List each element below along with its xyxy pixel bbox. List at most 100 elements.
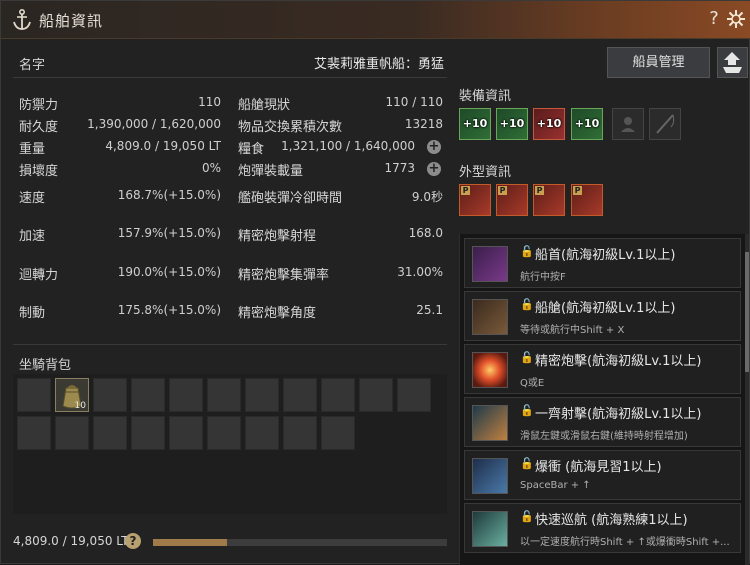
- enhance-label: +10: [574, 117, 600, 130]
- skill-item-cabin[interactable]: 🔓 船艙(航海初級Lv.1以上) 等待或航行中Shift + X: [464, 291, 741, 341]
- perf-value-braking: 175.8%(+15.0%): [117, 303, 221, 317]
- name-label: 名字: [19, 58, 46, 73]
- skill-name: 爆衝 (航海見習1以上): [535, 460, 662, 475]
- equip-slot-fishing-rod[interactable]: [649, 108, 681, 140]
- skill-item-volley[interactable]: 🔓 一齊射擊(航海初級Lv.1以上) 滑鼠左鍵或滑鼠右鍵(維持時射程增加): [464, 397, 741, 447]
- bag-slot[interactable]: [207, 378, 241, 412]
- skill-key: 等待或航行中Shift + X: [520, 325, 625, 336]
- ship-name: 艾裴莉雅重帆船：勇猛: [313, 57, 444, 72]
- perf-value-range: 168.0: [408, 226, 443, 240]
- bag-slot[interactable]: [131, 416, 165, 450]
- skill-key: 航行中按F: [520, 272, 566, 283]
- divider: [13, 344, 447, 345]
- skill-key: 滑鼠左鍵或滑鼠右鍵(維持時射程增加): [520, 431, 688, 442]
- ship-upgrade-icon: [723, 52, 742, 73]
- skill-item-precision-cannon[interactable]: 🔓 精密炮擊(航海初級Lv.1以上) Q或E: [464, 344, 741, 394]
- skill-name: 一齊射擊(航海初級Lv.1以上): [535, 407, 702, 422]
- outer-title: 外型資訊: [459, 165, 512, 180]
- bag-slot[interactable]: [283, 378, 317, 412]
- skill-name: 精密炮擊(航海初級Lv.1以上): [535, 354, 702, 369]
- outer-slot-3[interactable]: P: [533, 184, 565, 216]
- bag-slot[interactable]: [207, 416, 241, 450]
- anchor-icon: [13, 8, 31, 30]
- stat-value-cabin: 110 / 110: [385, 95, 443, 109]
- equip-slot-1[interactable]: +10: [459, 108, 491, 140]
- ship-info-window: 船舶資訊 ? 名字 艾裴莉雅重帆船：勇猛 防禦力 110 耐久度 1,390,0…: [0, 0, 750, 565]
- perf-value-turning: 190.0%(+15.0%): [117, 265, 221, 279]
- stat-value-cannonball: 1773: [384, 161, 415, 175]
- equip-title: 裝備資訊: [459, 89, 512, 104]
- help-button[interactable]: ?: [705, 8, 723, 29]
- weight-help-icon[interactable]: ?: [125, 533, 141, 549]
- equip-slot-3[interactable]: +10: [533, 108, 565, 140]
- add-cannonball-button[interactable]: +: [427, 162, 441, 176]
- bag-title: 坐騎背包: [19, 358, 72, 373]
- stat-label-exchange-count: 物品交換累積次數: [238, 120, 343, 135]
- perf-label-accuracy: 精密炮擊集彈率: [238, 268, 330, 283]
- volley-skill-icon: [472, 405, 508, 441]
- outer-slot-4[interactable]: P: [571, 184, 603, 216]
- stat-value-durability: 1,390,000 / 1,620,000: [87, 117, 221, 131]
- lock-icon: 🔓: [520, 510, 534, 523]
- bag-slot[interactable]: [169, 416, 203, 450]
- skill-item-prow[interactable]: 🔓 船首(航海初級Lv.1以上) 航行中按F: [464, 238, 741, 288]
- bag-slot-food-sack[interactable]: 10: [55, 378, 89, 412]
- cruise-skill-icon: [472, 511, 508, 547]
- weight-bar-fill: [153, 539, 228, 546]
- cabin-skill-icon: [472, 299, 508, 335]
- skill-scrollbar[interactable]: [745, 234, 749, 565]
- stat-label-damage: 損壞度: [19, 164, 59, 179]
- bag-slot[interactable]: [17, 378, 51, 412]
- stat-label-cabin: 船艙現狀: [238, 98, 291, 113]
- lock-icon: 🔓: [520, 457, 534, 470]
- equip-slot-crew[interactable]: [612, 108, 644, 140]
- bag-slot[interactable]: [321, 378, 355, 412]
- bag-slot[interactable]: [17, 416, 51, 450]
- perf-label-braking: 制動: [19, 306, 46, 321]
- bag-slot[interactable]: [397, 378, 431, 412]
- perf-label-range: 精密炮擊射程: [238, 229, 317, 244]
- bag-slot[interactable]: [359, 378, 393, 412]
- bag-slot[interactable]: [321, 416, 355, 450]
- skill-name: 快速巡航 (航海熟練1以上): [535, 513, 688, 528]
- stat-label-cannonball: 炮彈裝載量: [238, 164, 304, 179]
- outer-slot-1[interactable]: P: [459, 184, 491, 216]
- bag-slot[interactable]: [93, 416, 127, 450]
- bag-slot[interactable]: [245, 378, 279, 412]
- bag-slot[interactable]: [131, 378, 165, 412]
- crew-management-button[interactable]: 船員管理: [607, 47, 710, 78]
- lock-icon: 🔓: [520, 245, 534, 258]
- stat-label-durability: 耐久度: [19, 120, 59, 135]
- add-food-button[interactable]: +: [427, 140, 441, 154]
- premium-tag: P: [535, 186, 544, 195]
- bag-slot[interactable]: [283, 416, 317, 450]
- skill-name: 船艙(航海初級Lv.1以上): [535, 301, 676, 316]
- ship-upgrade-button[interactable]: [717, 47, 748, 78]
- stat-value-weight: 4,809.0 / 19,050 LT: [105, 139, 221, 153]
- premium-tag: P: [573, 186, 582, 195]
- skill-list: 🔓 船首(航海初級Lv.1以上) 航行中按F 🔓 船艙(航海初級Lv.1以上) …: [459, 234, 745, 565]
- skill-item-fast-cruise[interactable]: 🔓 快速巡航 (航海熟練1以上) 以一定速度航行時Shift + ↑或爆衝時Sh…: [464, 503, 741, 553]
- stat-label-defense: 防禦力: [19, 98, 59, 113]
- enhance-label: +10: [499, 117, 525, 130]
- skill-key: SpaceBar + ↑: [520, 480, 591, 491]
- settings-icon[interactable]: [726, 9, 746, 29]
- bag-slot[interactable]: [245, 416, 279, 450]
- stat-value-defense: 110: [198, 95, 221, 109]
- premium-tag: P: [498, 186, 507, 195]
- skill-item-rush[interactable]: 🔓 爆衝 (航海見習1以上) SpaceBar + ↑: [464, 450, 741, 500]
- equip-slot-4[interactable]: +10: [571, 108, 603, 140]
- title-bar[interactable]: 船舶資訊 ?: [1, 1, 750, 39]
- bag-slot[interactable]: [93, 378, 127, 412]
- stat-value-food: 1,321,100 / 1,640,000: [281, 139, 415, 153]
- stat-value-damage: 0%: [201, 161, 221, 175]
- premium-tag: P: [461, 186, 470, 195]
- weight-bar: [153, 539, 447, 546]
- bag-slot[interactable]: [169, 378, 203, 412]
- bag-slot[interactable]: [55, 416, 89, 450]
- perf-value-acceleration: 157.9%(+15.0%): [117, 226, 221, 240]
- skill-key: Q或E: [520, 378, 545, 389]
- scrollbar-thumb[interactable]: [745, 252, 749, 372]
- equip-slot-2[interactable]: +10: [496, 108, 528, 140]
- outer-slot-2[interactable]: P: [496, 184, 528, 216]
